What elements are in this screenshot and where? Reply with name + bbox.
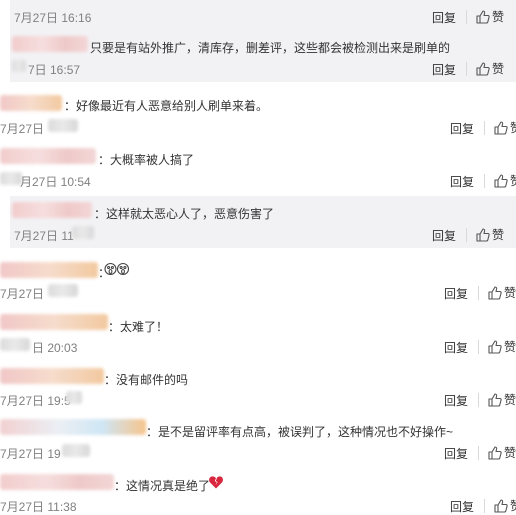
comment-time: 7月27日 (0, 122, 45, 136)
comment-time: 日 20:03 (32, 341, 78, 355)
thumbs-up-icon (494, 174, 510, 188)
thumbs-up-icon (494, 121, 510, 135)
thumbs-up-icon (476, 10, 492, 24)
like-label: 赞 (492, 228, 505, 242)
divider (478, 446, 479, 460)
divider (466, 62, 467, 76)
like-label: 赞 (510, 121, 516, 135)
like-button[interactable]: 赞 (476, 8, 504, 25)
like-button[interactable]: 赞 (488, 391, 516, 408)
blurred-username (0, 368, 104, 384)
comment-time: 7月27日 19:5 (0, 394, 71, 408)
reply-button[interactable]: 回复 (450, 120, 474, 137)
like-label: 赞 (510, 174, 516, 188)
thumbs-up-icon (476, 228, 492, 242)
like-label: 赞 (504, 393, 516, 407)
divider (466, 228, 467, 242)
blurred-time (66, 391, 82, 404)
reply-button[interactable]: 回复 (444, 339, 468, 356)
blurred-username (0, 419, 146, 435)
blurred-username (12, 202, 92, 218)
comment-time: 7月27日 (0, 287, 45, 301)
thumbs-up-icon (476, 62, 492, 76)
like-button[interactable]: 赞 (476, 226, 504, 243)
blurred-date (0, 172, 22, 185)
comment-time: 7日 16:57 (28, 63, 81, 77)
like-button[interactable]: 赞 (476, 60, 504, 77)
like-button[interactable]: 赞 (488, 284, 516, 301)
blurred-username (0, 262, 98, 278)
like-button[interactable]: 赞 (494, 119, 516, 136)
comment-time: 7月27日 16:16 (14, 11, 92, 25)
blurred-time (48, 119, 78, 132)
like-label: 赞 (504, 446, 516, 460)
like-label: 赞 (504, 340, 516, 354)
reply-button[interactable]: 回复 (450, 498, 474, 515)
blurred-username (0, 95, 62, 111)
comment-text: ：没有邮件的吗 (104, 373, 189, 387)
reply-button[interactable]: 回复 (444, 392, 468, 409)
comment-time: 7月27日 11:38 (0, 500, 77, 514)
divider (466, 10, 467, 24)
divider (478, 340, 479, 354)
blurred-date (0, 338, 30, 351)
thumbs-up-icon (488, 393, 504, 407)
reply-button[interactable]: 回复 (432, 227, 456, 244)
like-button[interactable]: 赞 (494, 497, 516, 514)
comment-text: ：这情况真是绝了 (114, 479, 211, 493)
blurred-username (12, 36, 88, 52)
like-button[interactable]: 赞 (488, 338, 516, 355)
comment-text: ：是不是留评率有点高，被误判了，这种情况也不好操作~ (146, 425, 454, 439)
reply-button[interactable]: 回复 (444, 285, 468, 302)
blurred-date (12, 60, 26, 72)
divider (484, 174, 485, 188)
reply-button[interactable]: 回复 (432, 61, 456, 78)
broken-heart-icon (208, 474, 224, 493)
like-label: 赞 (504, 286, 516, 300)
like-label: 赞 (492, 10, 505, 24)
blurred-username (0, 474, 114, 490)
blurred-username (0, 148, 96, 164)
like-button[interactable]: 赞 (494, 172, 516, 189)
like-button[interactable]: 赞 (488, 444, 516, 461)
thumbs-up-icon (488, 340, 504, 354)
divider (478, 393, 479, 407)
comment-time: 7月27日 11 (14, 229, 74, 243)
thumbs-up-icon (488, 286, 504, 300)
thumbs-up-icon (488, 446, 504, 460)
divider (484, 121, 485, 135)
comment-time: 7月27日 19 (0, 447, 61, 461)
reply-button[interactable]: 回复 (432, 9, 456, 26)
like-label: 赞 (492, 62, 505, 76)
comment-time: 月27日 10:54 (20, 175, 91, 189)
divider (478, 286, 479, 300)
comment-text: 只要是有站外推广，清库存，删差评，这些都会被检测出来是刷单的 (90, 41, 451, 55)
scream-face-emojis (104, 261, 130, 280)
blurred-time (62, 444, 90, 457)
reply-button[interactable]: 回复 (450, 173, 474, 190)
blurred-time (48, 284, 78, 297)
comment-text: ：好像最近有人恶意给别人刷单来着。 (64, 99, 269, 113)
comment-text: ：太难了！ (108, 320, 169, 334)
blurred-username (0, 314, 108, 330)
blurred-time (72, 226, 94, 239)
comment-text: ：大概率被人搞了 (98, 153, 195, 167)
reply-button[interactable]: 回复 (444, 445, 468, 462)
comment-text: ：这样就太恶心人了，恶意伤害了 (94, 207, 275, 221)
